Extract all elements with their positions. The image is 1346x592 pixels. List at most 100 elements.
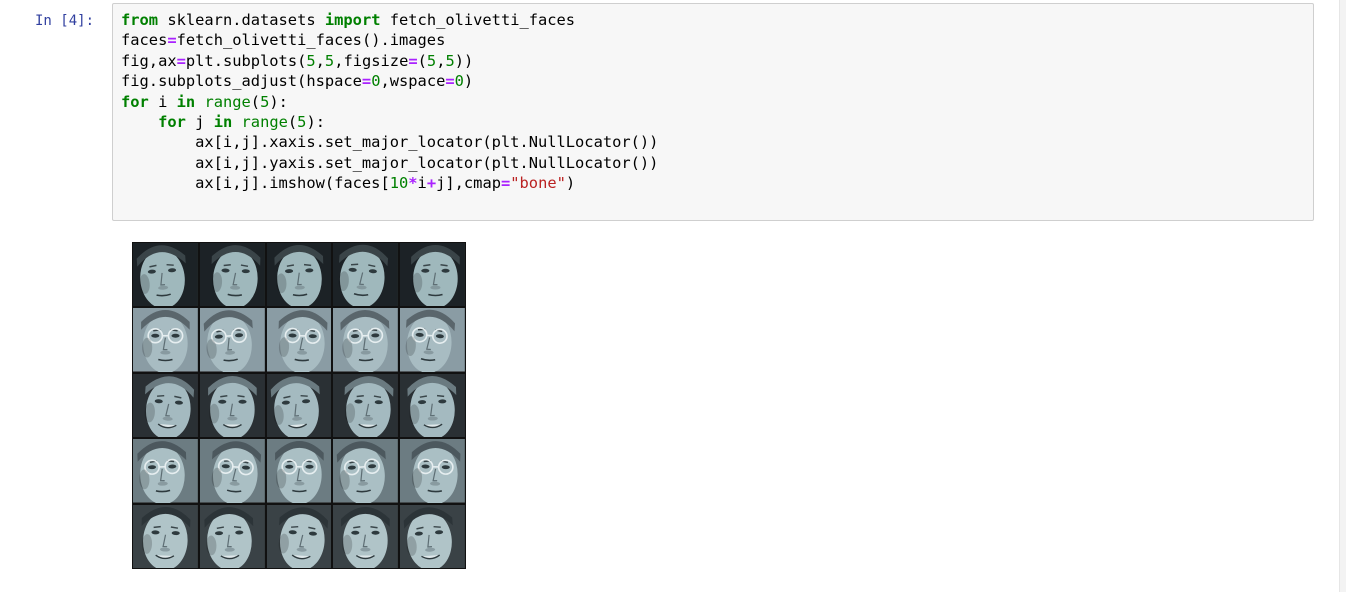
face-image xyxy=(333,308,399,372)
code-token: 5 xyxy=(260,92,270,111)
window-scrollbar[interactable] xyxy=(1339,0,1346,592)
face-image-tile xyxy=(399,503,466,569)
code-token: sklearn.datasets xyxy=(158,11,325,29)
face-image-tile xyxy=(132,307,199,373)
face-image xyxy=(400,373,465,438)
code-line: fig,ax=plt.subplots(5,5,figsize=(5,5)) xyxy=(121,52,473,70)
code-token: faces xyxy=(121,31,168,50)
face-image xyxy=(199,504,265,568)
code-token: 5 xyxy=(445,51,455,70)
code-token: = xyxy=(167,31,177,50)
face-image xyxy=(133,243,198,307)
face-image xyxy=(133,504,198,568)
code-token: fetch_olivetti_faces xyxy=(380,11,576,29)
face-image xyxy=(133,373,198,438)
code-token: ,figsize xyxy=(334,51,409,70)
cell-input-prompt: In [4]: xyxy=(35,13,95,29)
code-token: )) xyxy=(454,51,474,70)
code-token: + xyxy=(426,174,437,193)
code-token: j xyxy=(185,113,214,132)
face-image-tile xyxy=(399,438,466,504)
code-cell-editor[interactable]: from sklearn.datasets import fetch_olive… xyxy=(112,3,1314,221)
face-image xyxy=(133,439,198,503)
code-token: ): xyxy=(269,92,288,111)
face-image xyxy=(266,439,332,503)
face-image xyxy=(266,373,332,438)
face-image-tile xyxy=(332,307,400,373)
code-token: = xyxy=(445,72,455,91)
face-image-tile xyxy=(198,438,266,504)
code-line: faces=fetch_olivetti_faces().images xyxy=(121,31,445,49)
code-line: ax[i,j].yaxis.set_major_locator(plt.Null… xyxy=(121,154,658,172)
code-token: 0 xyxy=(454,72,464,91)
face-image xyxy=(400,439,465,503)
code-token: ax[i,j].imshow(faces[ xyxy=(121,174,390,193)
code-token: * xyxy=(408,174,418,193)
code-token: fetch_olivetti_faces().images xyxy=(176,31,446,50)
face-image-tile xyxy=(198,307,266,373)
face-image xyxy=(199,308,265,372)
code-token: j],cmap xyxy=(436,174,501,193)
code-line: ax[i,j].imshow(faces[10*i+j],cmap="bone"… xyxy=(121,174,575,192)
face-image-tile xyxy=(265,242,333,308)
face-image-tile xyxy=(332,242,400,308)
code-token: import xyxy=(324,11,381,29)
code-token: 5 xyxy=(306,51,316,70)
face-image xyxy=(333,373,399,438)
code-token: ): xyxy=(306,113,325,132)
code-line: for i in range(5): xyxy=(121,93,288,111)
code-line: ax[i,j].xaxis.set_major_locator(plt.Null… xyxy=(121,133,658,151)
face-image-tile xyxy=(198,242,266,308)
code-token: ) xyxy=(463,72,474,91)
code-token: ( xyxy=(287,113,298,132)
code-token: ax[i,j].yaxis.set_major_locator(plt.Null… xyxy=(121,153,659,172)
face-image xyxy=(333,439,399,503)
face-image-tile xyxy=(132,372,199,439)
face-image xyxy=(199,373,265,438)
code-token: fig,ax xyxy=(121,51,177,70)
face-image xyxy=(400,504,465,568)
code-token: = xyxy=(408,51,418,70)
face-image xyxy=(266,308,332,372)
face-image-tile xyxy=(399,372,466,439)
code-token: = xyxy=(361,72,372,91)
output-figure-faces-grid xyxy=(132,242,466,569)
face-image-tile xyxy=(265,503,333,569)
code-token: for xyxy=(121,92,149,111)
code-text[interactable]: from sklearn.datasets import fetch_olive… xyxy=(121,10,658,194)
face-image-tile xyxy=(265,372,333,439)
code-token: range xyxy=(241,113,288,132)
code-token: 10 xyxy=(389,174,409,193)
code-token: from xyxy=(121,11,159,29)
code-token: ( xyxy=(417,51,427,70)
face-image-tile xyxy=(332,372,400,439)
code-token: i xyxy=(148,92,177,111)
code-line: from sklearn.datasets import fetch_olive… xyxy=(121,11,575,29)
face-image-tile xyxy=(265,438,333,504)
code-token: = xyxy=(176,51,186,70)
code-token: = xyxy=(500,174,511,193)
face-image-tile xyxy=(399,307,466,373)
code-token: ,wspace xyxy=(380,72,446,91)
face-image xyxy=(400,243,465,307)
code-token: in xyxy=(213,113,233,132)
code-token: in xyxy=(176,92,196,111)
code-token: 5 xyxy=(324,51,335,70)
code-token: for xyxy=(158,113,186,132)
face-image-tile xyxy=(198,503,266,569)
code-token: i xyxy=(417,174,427,193)
face-image-tile xyxy=(399,242,466,308)
code-token: plt.subplots( xyxy=(185,51,307,70)
face-image-tile xyxy=(132,503,199,569)
face-image-tile xyxy=(132,242,199,308)
face-image xyxy=(266,504,332,568)
code-token: ) xyxy=(565,174,576,193)
face-image-tile xyxy=(132,438,199,504)
face-image-tile xyxy=(198,372,266,439)
face-image xyxy=(333,243,399,307)
code-line: for j in range(5): xyxy=(121,113,325,131)
code-token: ( xyxy=(250,92,261,111)
face-image xyxy=(199,243,265,307)
